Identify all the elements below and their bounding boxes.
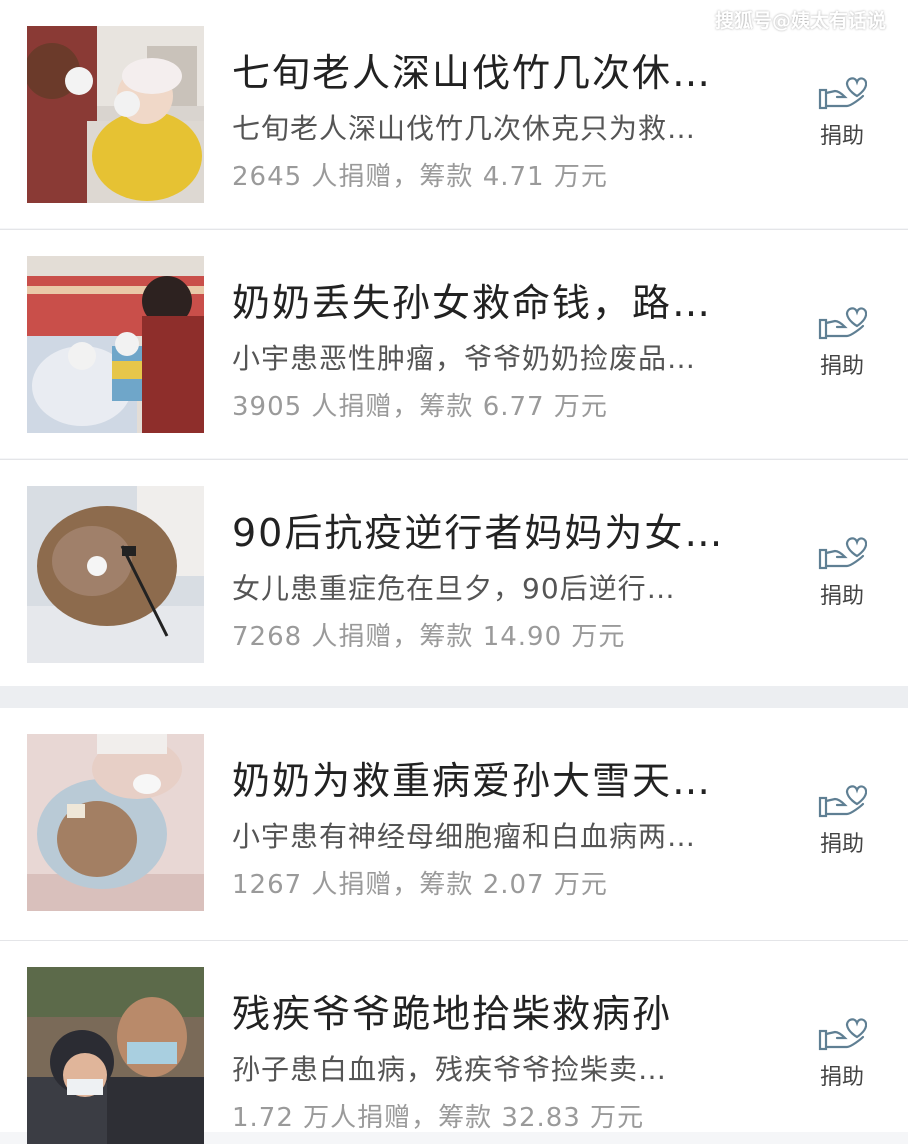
item-thumbnail bbox=[27, 26, 204, 203]
donate-button[interactable]: 捐助 bbox=[812, 70, 872, 150]
donate-label: 捐助 bbox=[819, 584, 864, 609]
list-item[interactable]: 七旬老人深山伐竹几次休… 七旬老人深山伐竹几次休克只为救… 2645 人捐赠，筹… bbox=[0, 0, 908, 228]
list-item[interactable]: 奶奶丢失孙女救命钱，路… 小宇患恶性肿瘤，爷爷奶奶捡废品… 3905 人捐赠，筹… bbox=[0, 230, 908, 458]
donate-button[interactable]: 捐助 bbox=[812, 1011, 872, 1091]
item-description: 女儿患重症危在旦夕，90后逆行… bbox=[232, 572, 676, 605]
heart-hand-icon bbox=[818, 1018, 867, 1051]
heart-hand-icon bbox=[818, 785, 867, 818]
item-description: 七旬老人深山伐竹几次休克只为救… bbox=[232, 112, 697, 145]
donate-label: 捐助 bbox=[819, 124, 864, 149]
item-description: 小宇患有神经母细胞瘤和白血病两… bbox=[232, 820, 697, 853]
item-thumbnail bbox=[27, 734, 204, 911]
heart-hand-icon bbox=[818, 77, 867, 110]
item-stats: 1267 人捐赠，筹款 2.07 万元 bbox=[232, 870, 608, 900]
heart-hand-icon bbox=[818, 537, 867, 570]
item-thumbnail bbox=[27, 967, 204, 1144]
list-item[interactable]: 残疾爷爷跪地拾柴救病孙 孙子患白血病，残疾爷爷捡柴卖… 1.72 万人捐赠，筹款… bbox=[0, 941, 908, 1144]
list-item[interactable]: 90后抗疫逆行者妈妈为女… 女儿患重症危在旦夕，90后逆行… 7268 人捐赠，… bbox=[0, 460, 908, 686]
donate-label: 捐助 bbox=[819, 1065, 864, 1090]
section-gap bbox=[0, 686, 908, 708]
donate-button[interactable]: 捐助 bbox=[812, 530, 872, 610]
donate-button[interactable]: 捐助 bbox=[812, 300, 872, 380]
item-description: 孙子患白血病，残疾爷爷捡柴卖… bbox=[232, 1053, 668, 1086]
donate-button[interactable]: 捐助 bbox=[812, 778, 872, 858]
item-stats: 2645 人捐赠，筹款 4.71 万元 bbox=[232, 162, 608, 192]
item-title[interactable]: 七旬老人深山伐竹几次休… bbox=[232, 42, 712, 97]
heart-hand-icon bbox=[818, 307, 867, 340]
item-thumbnail bbox=[27, 486, 204, 663]
item-description: 小宇患恶性肿瘤，爷爷奶奶捡废品… bbox=[232, 342, 697, 375]
item-stats: 7268 人捐赠，筹款 14.90 万元 bbox=[232, 622, 626, 652]
donate-label: 捐助 bbox=[819, 354, 864, 379]
list-item[interactable]: 奶奶为救重病爱孙大雪天… 小宇患有神经母细胞瘤和白血病两… 1267 人捐赠，筹… bbox=[0, 708, 908, 940]
item-stats: 1.72 万人捐赠，筹款 32.83 万元 bbox=[232, 1103, 645, 1133]
item-title[interactable]: 奶奶丢失孙女救命钱，路… bbox=[232, 272, 712, 327]
item-thumbnail bbox=[27, 256, 204, 433]
watermark: 搜狐号@姨太有话说 bbox=[714, 10, 886, 32]
item-title[interactable]: 90后抗疫逆行者妈妈为女… bbox=[232, 502, 724, 557]
item-title[interactable]: 残疾爷爷跪地拾柴救病孙 bbox=[232, 983, 672, 1038]
donate-label: 捐助 bbox=[819, 832, 864, 857]
item-stats: 3905 人捐赠，筹款 6.77 万元 bbox=[232, 392, 608, 422]
item-title[interactable]: 奶奶为救重病爱孙大雪天… bbox=[232, 750, 712, 805]
